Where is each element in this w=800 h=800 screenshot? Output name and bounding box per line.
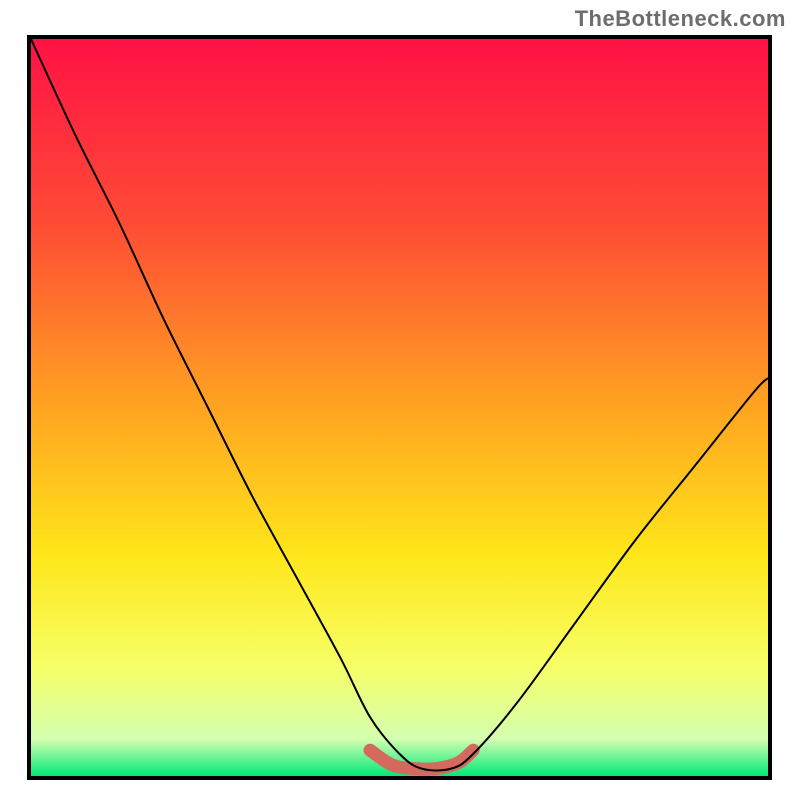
chart-plot-area [31, 39, 768, 776]
chart-stage: TheBottleneck.com [0, 0, 800, 800]
chart-border [27, 35, 772, 780]
watermark-text: TheBottleneck.com [575, 6, 786, 32]
chart-svg [31, 39, 768, 776]
gradient-background [31, 39, 768, 776]
